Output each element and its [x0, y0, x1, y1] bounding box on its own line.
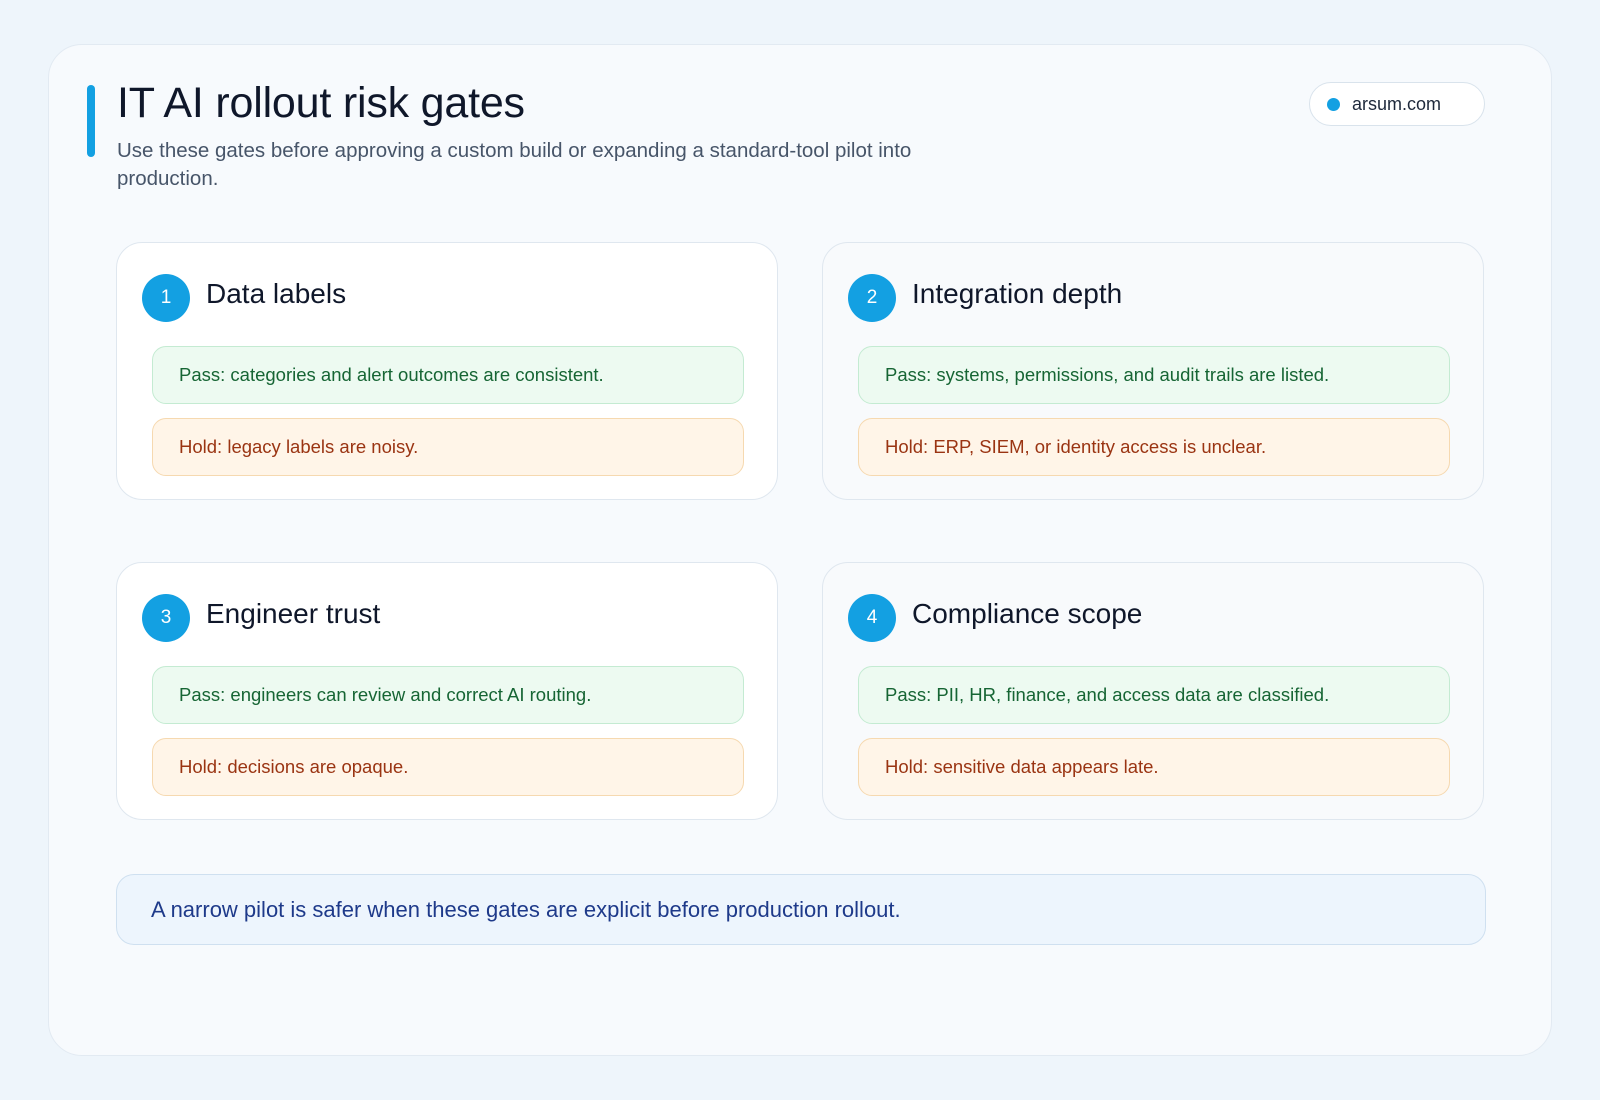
gate-title: Integration depth: [912, 278, 1123, 309]
site-label: arsum.com: [1352, 93, 1442, 114]
pass-criterion: Pass: systems, permissions, and audit tr…: [858, 346, 1450, 404]
risk-gates-panel: IT AI rollout risk gates Use these gates…: [48, 44, 1552, 1056]
hold-criterion: Hold: ERP, SIEM, or identity access is u…: [858, 418, 1450, 476]
gate-number-badge: 2: [848, 274, 896, 322]
site-badge[interactable]: arsum.com: [1309, 82, 1485, 126]
gate-card-integration-depth: 2 Integration depth Pass: systems, permi…: [822, 242, 1484, 500]
gate-number-badge: 1: [142, 274, 190, 322]
gate-card-compliance-scope: 4 Compliance scope Pass: PII, HR, financ…: [822, 562, 1484, 820]
gate-title: Engineer trust: [206, 598, 381, 629]
hold-criterion: Hold: sensitive data appears late.: [858, 738, 1450, 796]
hold-criterion: Hold: legacy labels are noisy.: [152, 418, 744, 476]
gate-card-data-labels: 1 Data labels Pass: categories and alert…: [116, 242, 778, 500]
gate-number-badge: 3: [142, 594, 190, 642]
footer-note: A narrow pilot is safer when these gates…: [116, 874, 1486, 945]
pass-criterion: Pass: engineers can review and correct A…: [152, 666, 744, 724]
page-title: IT AI rollout risk gates: [117, 79, 525, 127]
gate-number-badge: 4: [848, 594, 896, 642]
page-subtitle: Use these gates before approving a custo…: [117, 139, 912, 190]
hold-criterion: Hold: decisions are opaque.: [152, 738, 744, 796]
gate-card-engineer-trust: 3 Engineer trust Pass: engineers can rev…: [116, 562, 778, 820]
pass-criterion: Pass: categories and alert outcomes are …: [152, 346, 744, 404]
gate-title: Data labels: [206, 278, 347, 309]
title-accent-bar: [87, 85, 95, 157]
gate-title: Compliance scope: [912, 598, 1143, 629]
status-dot-icon: [1327, 97, 1340, 111]
pass-criterion: Pass: PII, HR, finance, and access data …: [858, 666, 1450, 724]
